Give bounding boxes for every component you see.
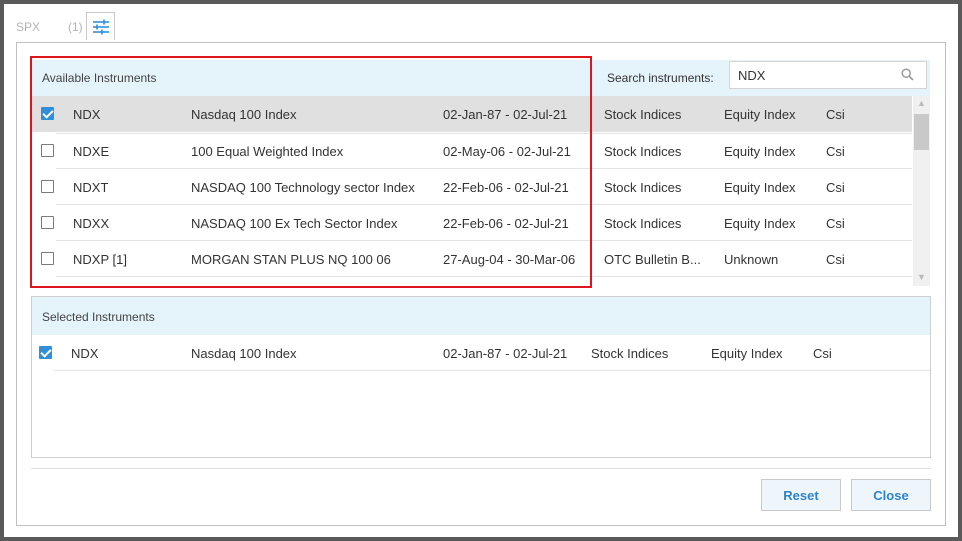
category-cell: Stock Indices (591, 346, 669, 361)
category-cell: Stock Indices (604, 216, 682, 231)
source-cell: Csi (813, 346, 832, 361)
name-cell: MORGAN STAN PLUS NQ 100 06 (191, 252, 391, 267)
type-cell: Unknown (724, 252, 779, 267)
settings-button[interactable] (86, 12, 115, 40)
date-range-cell: 27-Aug-04 - 30-Mar-06 (443, 252, 576, 267)
tab-spx[interactable]: SPX (16, 20, 40, 34)
selected-instruments-title: Selected Instruments (42, 310, 155, 324)
footer-divider (31, 468, 931, 469)
source-cell: Csi (826, 144, 845, 159)
source-cell: Csi (826, 252, 845, 267)
type-cell: Equity Index (724, 216, 796, 231)
symbol-cell: NDXP [1] (73, 252, 127, 267)
available-row[interactable]: NDXX NASDAQ 100 Ex Tech Sector Index 22-… (32, 205, 912, 241)
name-cell: Nasdaq 100 Index (191, 107, 297, 122)
row-checkbox[interactable] (41, 107, 54, 120)
selected-row[interactable]: NDX Nasdaq 100 Index 02-Jan-87 - 02-Jul-… (30, 335, 930, 371)
search-bar: Search instruments: (590, 60, 930, 96)
name-cell: NASDAQ 100 Ex Tech Sector Index (191, 216, 398, 231)
scroll-up-arrow-icon[interactable]: ▲ (917, 98, 926, 108)
date-range-cell: 22-Feb-06 - 02-Jul-21 (443, 180, 569, 195)
row-checkbox[interactable] (41, 144, 54, 157)
category-cell: Stock Indices (604, 144, 682, 159)
date-range-cell: 02-May-06 - 02-Jul-21 (443, 144, 571, 159)
category-cell: Stock Indices (604, 107, 682, 122)
symbol-cell: NDXT (73, 180, 109, 195)
type-cell: Equity Index (724, 107, 796, 122)
source-cell: Csi (826, 180, 845, 195)
search-input[interactable] (729, 61, 927, 89)
source-cell: Csi (826, 216, 845, 231)
category-cell: OTC Bulletin B... (604, 252, 701, 267)
symbol-cell: NDXE (73, 144, 110, 159)
symbol-cell: NDX (71, 346, 99, 361)
category-cell: Stock Indices (604, 180, 682, 195)
available-instruments-header: Available Instruments (32, 60, 590, 96)
row-checkbox[interactable] (41, 252, 54, 265)
date-range-cell: 22-Feb-06 - 02-Jul-21 (443, 216, 569, 231)
type-cell: Equity Index (724, 180, 796, 195)
sliders-icon (92, 19, 109, 34)
selected-instruments-header: Selected Instruments (32, 297, 930, 335)
row-checkbox[interactable] (41, 180, 54, 193)
row-checkbox[interactable] (39, 346, 52, 359)
row-divider (56, 133, 912, 134)
search-icon[interactable] (901, 68, 914, 81)
source-cell: Csi (826, 107, 845, 122)
name-cell: Nasdaq 100 Index (191, 346, 297, 361)
symbol-cell: NDX (73, 107, 101, 122)
type-cell: Equity Index (724, 144, 796, 159)
row-checkbox[interactable] (41, 216, 54, 229)
scroll-thumb[interactable] (914, 114, 929, 150)
search-label: Search instruments: (607, 71, 714, 85)
reset-button[interactable]: Reset (761, 479, 841, 511)
date-range-cell: 02-Jan-87 - 02-Jul-21 (443, 346, 568, 361)
name-cell: NASDAQ 100 Technology sector Index (191, 180, 415, 195)
available-row[interactable]: NDXP [1] MORGAN STAN PLUS NQ 100 06 27-A… (32, 241, 912, 277)
date-range-cell: 02-Jan-87 - 02-Jul-21 (443, 107, 568, 122)
row-divider (54, 370, 930, 371)
available-row[interactable]: NDX Nasdaq 100 Index 02-Jan-87 - 02-Jul-… (32, 96, 912, 132)
available-row[interactable]: NDXT NASDAQ 100 Technology sector Index … (32, 169, 912, 205)
row-divider (56, 276, 912, 277)
available-row[interactable]: NDXE 100 Equal Weighted Index 02-May-06 … (32, 133, 912, 169)
close-button[interactable]: Close (851, 479, 931, 511)
available-instruments-title: Available Instruments (42, 71, 157, 85)
name-cell: 100 Equal Weighted Index (191, 144, 344, 159)
type-cell: Equity Index (711, 346, 783, 361)
scroll-down-arrow-icon[interactable]: ▼ (917, 272, 926, 282)
symbol-cell: NDXX (73, 216, 110, 231)
available-scrollbar[interactable]: ▲ ▼ (913, 96, 930, 286)
tab-count: (1) (68, 20, 83, 34)
